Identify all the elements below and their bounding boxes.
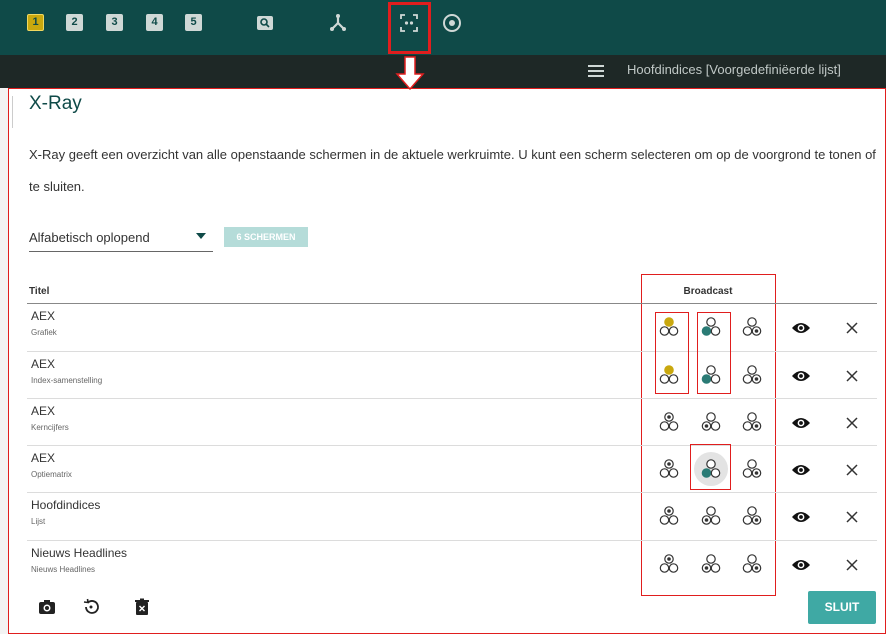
show-screen-eye-icon[interactable] bbox=[791, 369, 811, 383]
screen-title[interactable]: AEX bbox=[31, 357, 55, 371]
caret-down-icon[interactable] bbox=[196, 233, 206, 239]
broadcast-channel-3-icon[interactable] bbox=[741, 316, 763, 338]
sort-select[interactable]: Alfabetisch oplopend bbox=[29, 226, 213, 252]
broadcast-channel-3-icon[interactable] bbox=[741, 505, 763, 527]
screen-count-badge: 6 SCHERMEN bbox=[224, 227, 308, 247]
arrow-down-icon bbox=[395, 56, 425, 90]
target-icon[interactable] bbox=[441, 12, 463, 34]
screen-title[interactable]: AEX bbox=[31, 404, 55, 418]
xray-highlight-box bbox=[388, 2, 431, 54]
show-screen-eye-icon[interactable] bbox=[791, 510, 811, 524]
close-screen-icon[interactable] bbox=[845, 321, 859, 335]
broadcast-channel-2-icon[interactable] bbox=[700, 505, 722, 527]
workspace-3-button[interactable]: 3 bbox=[106, 14, 123, 31]
screen-title[interactable]: AEX bbox=[31, 451, 55, 465]
restore-icon[interactable] bbox=[82, 598, 100, 616]
network-icon[interactable] bbox=[327, 12, 349, 34]
screen-subtitle: Kerncijfers bbox=[31, 423, 69, 432]
column-header-title: Titel bbox=[29, 286, 50, 297]
close-panel-button[interactable]: SLUIT bbox=[808, 591, 876, 624]
header-divider bbox=[27, 303, 877, 304]
active-screen-title: Hoofdindices [Voorgedefiniëerde lijst] bbox=[627, 62, 841, 77]
delete-all-icon[interactable] bbox=[133, 598, 151, 616]
close-screen-icon[interactable] bbox=[845, 558, 859, 572]
show-screen-eye-icon[interactable] bbox=[791, 321, 811, 335]
show-screen-eye-icon[interactable] bbox=[791, 416, 811, 430]
broadcast-channel-1-icon[interactable] bbox=[658, 505, 680, 527]
workspace-4-button[interactable]: 4 bbox=[146, 14, 163, 31]
show-screen-eye-icon[interactable] bbox=[791, 463, 811, 477]
selected-broadcast-highlight bbox=[690, 444, 731, 490]
broadcast-channel-1-icon[interactable] bbox=[658, 553, 680, 575]
show-screen-eye-icon[interactable] bbox=[791, 558, 811, 572]
close-screen-icon[interactable] bbox=[845, 369, 859, 383]
screen-subtitle: Index-samenstelling bbox=[31, 376, 103, 385]
title-divider bbox=[12, 96, 13, 128]
broadcast-channel-3-icon[interactable] bbox=[741, 458, 763, 480]
panel-description: X-Ray geeft een overzicht van alle opens… bbox=[29, 147, 876, 194]
row-divider bbox=[27, 492, 877, 493]
close-screen-icon[interactable] bbox=[845, 416, 859, 430]
row-divider bbox=[27, 351, 877, 352]
close-screen-icon[interactable] bbox=[845, 463, 859, 477]
broadcast-channel-2-icon[interactable] bbox=[700, 553, 722, 575]
screen-subtitle: Grafiek bbox=[31, 328, 57, 337]
panel-title: X-Ray bbox=[29, 93, 82, 114]
camera-icon[interactable] bbox=[38, 598, 56, 616]
screen-title[interactable]: Nieuws Headlines bbox=[31, 546, 127, 560]
teal-group-highlight bbox=[697, 312, 731, 394]
workspace-1-button[interactable]: 1 bbox=[27, 14, 44, 31]
workspace-2-button[interactable]: 2 bbox=[66, 14, 83, 31]
screen-subtitle: Optiematrix bbox=[31, 470, 72, 479]
broadcast-channel-3-icon[interactable] bbox=[741, 411, 763, 433]
screen-subtitle: Lijst bbox=[31, 517, 46, 526]
search-icon[interactable] bbox=[254, 12, 276, 34]
broadcast-channel-3-icon[interactable] bbox=[741, 364, 763, 386]
row-divider bbox=[27, 398, 877, 399]
workspace-5-button[interactable]: 5 bbox=[185, 14, 202, 31]
row-divider bbox=[27, 445, 877, 446]
broadcast-channel-1-icon[interactable] bbox=[658, 458, 680, 480]
screen-subtitle: Nieuws Headlines bbox=[31, 565, 96, 574]
broadcast-channel-3-icon[interactable] bbox=[741, 553, 763, 575]
broadcast-channel-1-icon[interactable] bbox=[658, 411, 680, 433]
broadcast-channel-2-icon[interactable] bbox=[700, 411, 722, 433]
panel-gutter bbox=[0, 88, 8, 634]
row-divider bbox=[27, 540, 877, 541]
close-screen-icon[interactable] bbox=[845, 510, 859, 524]
screen-title[interactable]: Hoofdindices bbox=[31, 498, 100, 512]
hamburger-menu-icon[interactable] bbox=[588, 65, 604, 77]
yellow-group-highlight bbox=[655, 312, 689, 394]
screen-title[interactable]: AEX bbox=[31, 309, 55, 323]
